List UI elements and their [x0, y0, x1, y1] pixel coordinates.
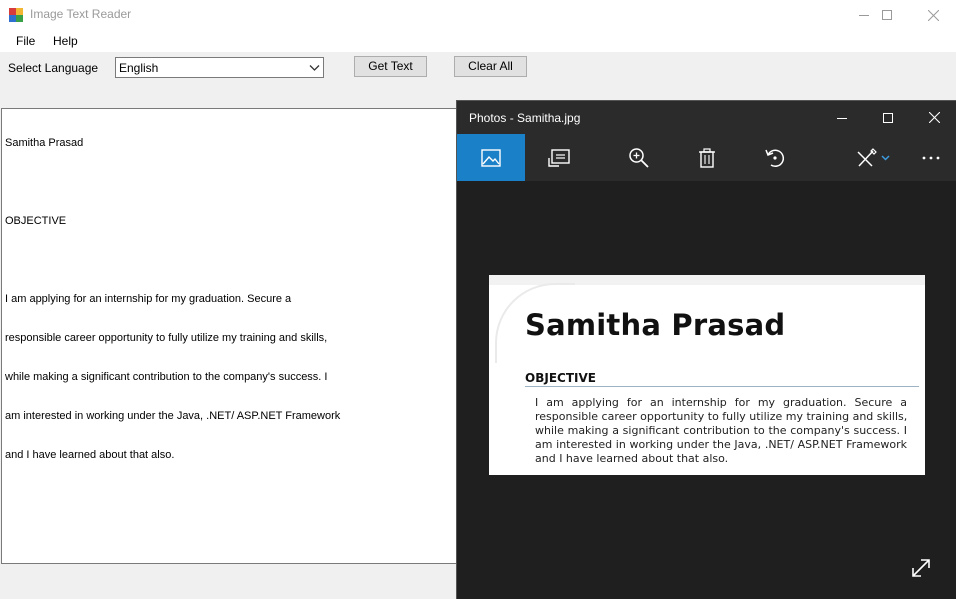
maximize-button[interactable] [864, 0, 910, 30]
photos-title-bar: Photos - Samitha.jpg [457, 101, 956, 134]
language-select[interactable]: English [115, 57, 324, 78]
output-textbox[interactable]: Samitha Prasad OBJECTIVE I am applying f… [1, 108, 458, 564]
close-icon [927, 9, 939, 21]
resume-line: I am applying for an internship for my g… [535, 396, 907, 409]
menu-help[interactable]: Help [53, 34, 78, 48]
zoom-icon [629, 147, 649, 168]
output-line: am interested in working under the Java,… [5, 410, 341, 422]
get-text-button[interactable]: Get Text [354, 56, 427, 77]
more-icon [922, 156, 940, 159]
slideshow-icon [548, 148, 570, 167]
photos-close-button[interactable] [911, 101, 956, 134]
resume-line: responsible career opportunity to fully … [535, 410, 908, 423]
photos-title: Photos - Samitha.jpg [469, 111, 581, 125]
photos-minimize-button[interactable] [819, 101, 865, 134]
minimize-icon [837, 117, 847, 119]
app-icon [9, 8, 23, 22]
resume-line: while making a significant contribution … [535, 424, 907, 437]
language-value: English [119, 61, 159, 75]
delete-icon [699, 147, 715, 168]
resume-body: I am applying for an internship for my g… [535, 396, 907, 466]
rotate-icon [765, 149, 784, 167]
maximize-icon [882, 10, 892, 20]
expand-icon[interactable] [909, 556, 933, 580]
resume-heading: OBJECTIVE [525, 371, 596, 385]
title-bar: Image Text Reader [0, 0, 956, 30]
menu-bar: File Help [0, 30, 956, 52]
output-line: and I have learned about that also. [5, 449, 175, 461]
output-line: Samitha Prasad [5, 137, 84, 149]
output-line: OBJECTIVE [5, 215, 67, 227]
more-button[interactable] [905, 134, 956, 181]
output-line: while making a significant contribution … [5, 371, 328, 383]
menu-file[interactable]: File [16, 34, 35, 48]
rotate-button[interactable] [741, 134, 809, 181]
zoom-button[interactable] [605, 134, 673, 181]
resume-line: am interested in working under the Java,… [535, 438, 907, 451]
edit-icon [857, 147, 890, 167]
close-button[interactable] [910, 0, 956, 30]
app-title: Image Text Reader [30, 7, 132, 21]
chevron-down-icon [309, 65, 320, 71]
close-icon [928, 112, 940, 123]
resume-image: Samitha Prasad OBJECTIVE I am applying f… [489, 275, 925, 475]
clear-all-button[interactable]: Clear All [454, 56, 527, 77]
output-line: responsible career opportunity to fully … [5, 332, 328, 344]
resume-divider [525, 386, 919, 387]
image-icon [481, 148, 501, 167]
resume-line: and I have learned about that also. [535, 452, 729, 465]
delete-button[interactable] [673, 134, 741, 181]
output-line: I am applying for an internship for my g… [5, 293, 292, 305]
slideshow-button[interactable] [525, 134, 593, 181]
photos-window: Photos - Samitha.jpg Samitha Prasad OBJE… [456, 100, 956, 599]
resume-name: Samitha Prasad [525, 308, 786, 342]
edit-button[interactable] [845, 134, 901, 181]
photos-toolbar [457, 134, 956, 181]
maximize-icon [883, 112, 893, 123]
language-label: Select Language [8, 61, 99, 75]
view-image-button[interactable] [457, 134, 525, 181]
photos-maximize-button[interactable] [865, 101, 911, 134]
